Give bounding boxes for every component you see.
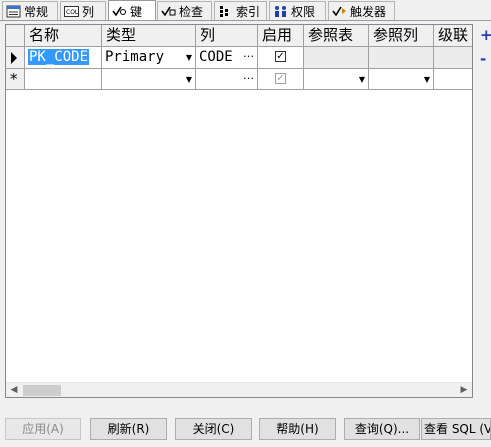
ref-table-dropdown-icon[interactable]: ▼ — [359, 76, 365, 84]
new-columns-ellipsis-button[interactable]: … — [243, 70, 254, 82]
permissions-users-icon — [275, 5, 286, 17]
tab-permissions-label: 权限 — [291, 4, 316, 19]
tab-strip-divider — [0, 20, 491, 21]
ref-column-dropdown-icon[interactable]: ▼ — [424, 76, 430, 84]
key-type-cell[interactable]: Primary ▼ — [102, 47, 196, 69]
key-check-icon — [112, 6, 126, 16]
cascade-cell — [434, 47, 472, 69]
key-name-value: PK_CODE — [28, 49, 90, 65]
new-key-type-cell[interactable]: ▼ — [102, 69, 196, 90]
tab-checks-label: 检查 — [179, 4, 204, 19]
row-header-corner — [6, 25, 25, 47]
trigger-icon — [332, 6, 346, 16]
new-key-name-cell[interactable] — [25, 69, 102, 90]
scroll-right-icon[interactable]: ▶ — [456, 383, 472, 397]
query-button[interactable]: 查询(Q)... — [344, 418, 420, 440]
column-header-cascade[interactable]: 级联 — [434, 25, 472, 47]
current-row-arrow-icon — [11, 52, 17, 64]
remove-key-icon[interactable]: - — [480, 52, 491, 66]
tab-general[interactable]: 常规 — [2, 1, 58, 20]
new-type-dropdown-icon[interactable]: ▼ — [186, 76, 192, 84]
keys-grid: 名称 类型 列 启用 参照表 参照列 级联 PK_CODE Primary ▼ … — [6, 25, 472, 382]
index-icon — [220, 5, 228, 17]
refresh-button[interactable]: 刷新(R) — [90, 418, 167, 440]
column-header-ref-column[interactable]: 参照列 — [369, 25, 434, 47]
key-name-cell[interactable]: PK_CODE — [25, 47, 102, 69]
add-key-icon[interactable]: + — [480, 28, 491, 42]
keys-grid-panel: 名称 类型 列 启用 参照表 参照列 级联 PK_CODE Primary ▼ … — [5, 24, 473, 398]
table-row[interactable]: PK_CODE Primary ▼ CODE … ✓ — [6, 47, 472, 69]
close-button[interactable]: 关闭(C) — [175, 418, 252, 440]
row-selector[interactable] — [6, 47, 25, 69]
column-header-type[interactable]: 类型 — [102, 25, 196, 47]
tab-indexes[interactable]: 索引 — [214, 1, 267, 20]
tab-general-label: 常规 — [24, 4, 49, 19]
column-header-enabled[interactable]: 启用 — [258, 25, 304, 47]
view-sql-button[interactable]: 查看 SQL (V — [421, 418, 491, 440]
tab-columns-label: 列 — [82, 4, 95, 19]
key-enabled-cell[interactable]: ✓ — [258, 47, 304, 69]
ref-column-cell — [369, 47, 434, 69]
tab-columns[interactable]: COL 列 — [60, 1, 106, 20]
tab-keys[interactable]: 键 — [108, 0, 156, 21]
grid-header-row: 名称 类型 列 启用 参照表 参照列 级联 — [6, 25, 472, 47]
enabled-checkbox[interactable]: ✓ — [275, 51, 286, 62]
tab-strip: 常规 COL 列 键 检查 索引 权限 触发器 — [0, 0, 491, 22]
new-key-columns-cell[interactable]: … — [196, 69, 258, 90]
tab-keys-label: 键 — [130, 4, 143, 19]
check-constraint-icon — [161, 6, 176, 16]
new-row-star-icon: * — [10, 70, 18, 88]
tab-triggers-label: 触发器 — [350, 4, 387, 19]
new-row[interactable]: * ▼ … ✓ ▼ ▼ — [6, 69, 472, 90]
key-columns-value: CODE — [199, 49, 233, 65]
tab-checks[interactable]: 检查 — [157, 1, 212, 20]
columns-icon: COL — [64, 5, 79, 17]
tab-triggers[interactable]: 触发器 — [328, 1, 395, 20]
new-row-selector[interactable]: * — [6, 69, 25, 90]
ref-table-cell — [304, 47, 369, 69]
columns-ellipsis-button[interactable]: … — [243, 48, 254, 60]
horizontal-scrollbar[interactable]: ◀ ▶ — [6, 382, 472, 397]
apply-button[interactable]: 应用(A) — [5, 418, 81, 440]
tab-permissions[interactable]: 权限 — [269, 1, 326, 20]
scrollbar-thumb[interactable] — [23, 385, 61, 396]
column-header-ref-table[interactable]: 参照表 — [304, 25, 369, 47]
key-columns-cell[interactable]: CODE … — [196, 47, 258, 69]
scroll-left-icon[interactable]: ◀ — [6, 383, 22, 397]
column-header-name[interactable]: 名称 — [25, 25, 102, 47]
key-type-value: Primary — [105, 49, 165, 65]
tab-indexes-label: 索引 — [236, 4, 261, 19]
column-header-columns[interactable]: 列 — [196, 25, 258, 47]
svg-text:COL: COL — [66, 9, 79, 16]
new-enabled-checkbox[interactable]: ✓ — [275, 73, 286, 84]
new-cascade-cell[interactable] — [434, 69, 472, 90]
table-properties-icon — [6, 5, 21, 17]
new-ref-column-cell[interactable]: ▼ — [369, 69, 434, 90]
new-ref-table-cell[interactable]: ▼ — [304, 69, 369, 90]
type-dropdown-icon[interactable]: ▼ — [186, 54, 192, 62]
help-button[interactable]: 帮助(H) — [259, 418, 336, 440]
new-key-enabled-cell[interactable]: ✓ — [258, 69, 304, 90]
